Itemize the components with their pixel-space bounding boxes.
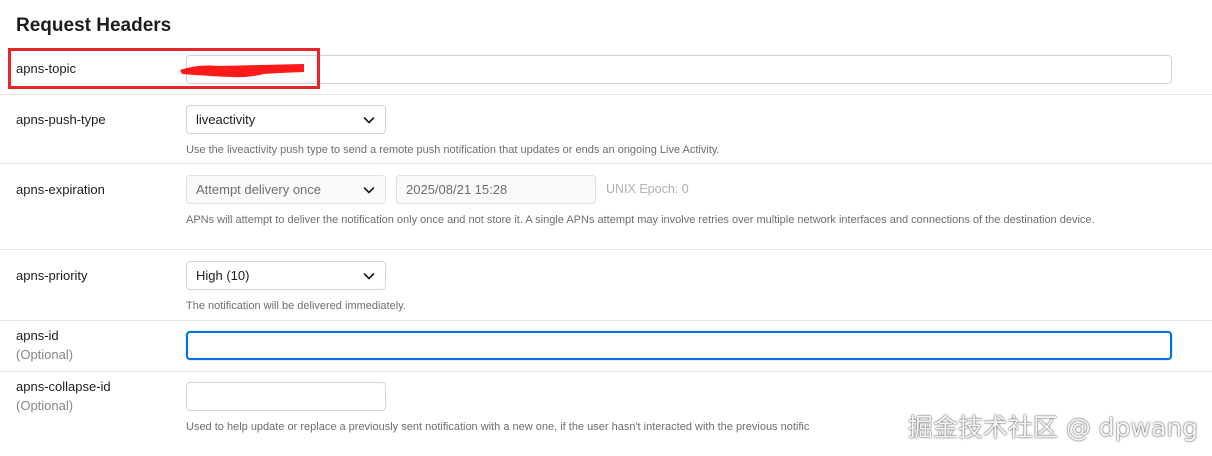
apns-expiration-select[interactable]: Attempt delivery once (186, 175, 386, 204)
apns-expiration-label: apns-expiration (16, 182, 105, 197)
apns-push-type-label: apns-push-type (16, 112, 106, 127)
section-title: Request Headers (16, 15, 172, 36)
apns-priority-value: High (10) (196, 268, 250, 283)
watermark: 掘金技术社区 @ dpwang (907, 413, 1198, 442)
apns-id-label: apns-id (16, 328, 59, 343)
row-divider (0, 320, 1212, 321)
apns-priority-label: apns-priority (16, 268, 88, 283)
apns-priority-select[interactable]: High (10) (186, 261, 386, 290)
row-divider (0, 249, 1212, 250)
row-divider (0, 371, 1212, 372)
annotation-highlight-box (8, 48, 320, 89)
row-divider (0, 94, 1212, 95)
apns-expiration-help: APNs will attempt to deliver the notific… (186, 214, 1095, 226)
apns-priority-help: The notification will be delivered immed… (186, 300, 406, 312)
apns-collapse-id-label: apns-collapse-id (16, 379, 111, 394)
apns-push-type-select[interactable]: liveactivity (186, 105, 386, 134)
apns-id-input[interactable] (186, 331, 1172, 360)
apns-id-optional: (Optional) (16, 347, 74, 362)
chevron-down-icon (363, 117, 375, 124)
apns-collapse-id-input[interactable] (186, 382, 386, 411)
chevron-down-icon (363, 187, 375, 194)
apns-collapse-id-optional: (Optional) (16, 398, 74, 413)
apns-push-type-help: Use the liveactivity push type to send a… (186, 144, 720, 156)
unix-epoch-readout: UNIX Epoch: 0 (606, 182, 689, 196)
row-divider (0, 163, 1212, 164)
apns-topic-input[interactable] (186, 55, 1172, 84)
apns-push-type-value: liveactivity (196, 112, 256, 127)
apns-expiration-value: Attempt delivery once (196, 182, 322, 197)
apns-expiration-datetime-input[interactable]: 2025/08/21 15:28 (396, 175, 596, 204)
chevron-down-icon (363, 273, 375, 280)
